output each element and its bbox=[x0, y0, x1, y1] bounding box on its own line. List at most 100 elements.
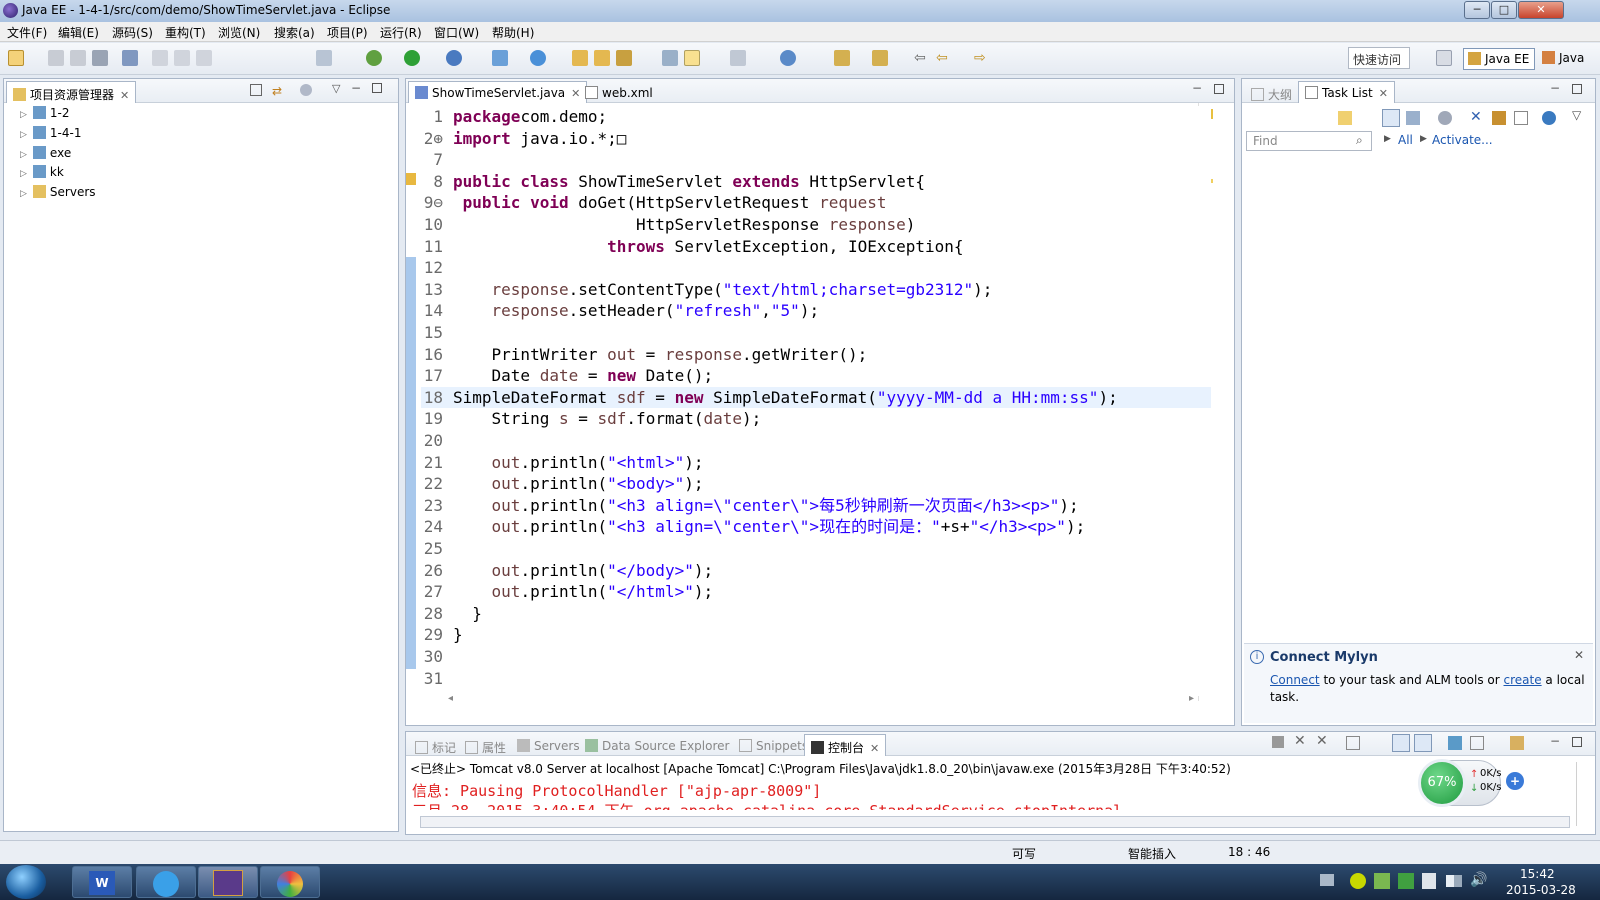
taskbar-paint[interactable] bbox=[260, 866, 320, 898]
find-input[interactable]: Find bbox=[1246, 131, 1372, 151]
tab-webxml[interactable]: web.xml bbox=[578, 81, 660, 103]
suspend-icon[interactable] bbox=[174, 50, 190, 66]
code-line[interactable]: 29} bbox=[421, 624, 1211, 646]
search-icon[interactable] bbox=[616, 50, 632, 66]
close-icon[interactable]: ✕ bbox=[120, 89, 129, 102]
previous-annotation-icon[interactable] bbox=[872, 50, 888, 66]
save-icon[interactable] bbox=[48, 50, 64, 66]
code-line[interactable]: 18 SimpleDateFormat sdf = new SimpleDateF… bbox=[421, 386, 1211, 409]
tray-app-icon[interactable] bbox=[1374, 873, 1390, 889]
clock-time[interactable]: 15:42 bbox=[1520, 867, 1555, 881]
show-stdout-icon[interactable] bbox=[1392, 734, 1410, 752]
open-type-icon[interactable] bbox=[572, 50, 588, 66]
minimize-icon[interactable]: − bbox=[351, 81, 361, 95]
tab-servers[interactable]: Servers bbox=[510, 734, 587, 756]
code-line[interactable]: 14 response.setHeader("refresh","5"); bbox=[421, 300, 1211, 322]
code-line[interactable]: 12 bbox=[421, 257, 1211, 279]
tab-console[interactable]: 控制台 ✕ bbox=[804, 734, 887, 756]
filter-icon[interactable] bbox=[300, 84, 312, 96]
expand-icon[interactable]: ▷ bbox=[20, 169, 27, 179]
scheduled-icon[interactable] bbox=[1406, 111, 1420, 125]
pin-console-icon[interactable] bbox=[1448, 736, 1462, 750]
expand-icon[interactable]: ▷ bbox=[20, 110, 27, 120]
new-icon[interactable] bbox=[8, 50, 24, 66]
code-line[interactable]: 8 public class ShowTimeServlet extends Ht… bbox=[421, 171, 1211, 193]
save-all-icon[interactable] bbox=[70, 50, 86, 66]
tree-item[interactable]: ▷ exe bbox=[20, 144, 71, 162]
expand-icon[interactable]: ▷ bbox=[20, 130, 27, 140]
back-icon[interactable]: ⇦ bbox=[936, 50, 952, 66]
code-line[interactable]: 10 HttpServletResponse response) bbox=[421, 214, 1211, 236]
maximize-button[interactable]: □ bbox=[1491, 1, 1517, 19]
code-line[interactable]: 16 PrintWriter out = response.getWriter(… bbox=[421, 344, 1211, 366]
close-icon[interactable]: ✕ bbox=[1574, 648, 1584, 662]
network-icon[interactable] bbox=[1446, 875, 1462, 887]
view-menu-icon[interactable]: ▽ bbox=[332, 82, 340, 95]
tab-data-source-explorer[interactable]: Data Source Explorer bbox=[578, 734, 736, 756]
console-toolbar-icon[interactable] bbox=[316, 50, 332, 66]
code-line[interactable]: 13 response.setContentType("text/html;ch… bbox=[421, 279, 1211, 301]
perspective-javaee[interactable]: Java EE bbox=[1463, 48, 1535, 70]
code-line[interactable]: 22 out.println("<body>"); bbox=[421, 473, 1211, 495]
code-line[interactable]: 23 out.println("<h3 align=\"center\">每5秒… bbox=[421, 495, 1211, 517]
menu-source[interactable]: 源码(S) bbox=[112, 24, 153, 41]
activate-task-link[interactable]: Activate... bbox=[1432, 133, 1493, 147]
code-line[interactable]: 30 bbox=[421, 646, 1211, 668]
web-browser-icon[interactable] bbox=[780, 50, 796, 66]
code-line[interactable]: 19 String s = sdf.format(date); bbox=[421, 408, 1211, 430]
console-hscrollbar[interactable] bbox=[420, 816, 1570, 828]
remove-all-icon[interactable]: ✕ bbox=[1316, 733, 1328, 749]
maximize-icon[interactable] bbox=[1572, 84, 1582, 94]
minimize-icon[interactable]: − bbox=[1550, 734, 1560, 748]
code-line[interactable]: 11 throws ServletException, IOException{ bbox=[421, 236, 1211, 258]
tree-item[interactable]: ▷ kk bbox=[20, 163, 64, 181]
last-edit-icon[interactable]: ⇦ bbox=[914, 50, 930, 66]
connect-link[interactable]: Connect bbox=[1270, 673, 1320, 687]
menu-window[interactable]: 窗口(W) bbox=[434, 24, 479, 41]
nvidia-icon[interactable] bbox=[1398, 873, 1414, 889]
clock-date[interactable]: 2015-03-28 bbox=[1506, 883, 1576, 897]
code-line[interactable]: 1 packagecom.demo; bbox=[421, 106, 1211, 128]
perspective-java[interactable]: Java bbox=[1538, 48, 1596, 70]
code-line[interactable]: 7 bbox=[421, 149, 1211, 171]
synchronize-icon[interactable] bbox=[1492, 111, 1506, 125]
code-line[interactable]: 15 bbox=[421, 322, 1211, 344]
run-icon[interactable] bbox=[404, 50, 420, 66]
terminate-icon[interactable] bbox=[1272, 736, 1284, 748]
code-line[interactable]: 9⊖ public void doGet(HttpServletRequest … bbox=[421, 192, 1211, 214]
code-line[interactable]: 2⊕ import java.io.*;□ bbox=[421, 128, 1211, 150]
categorized-icon[interactable] bbox=[1382, 109, 1400, 127]
menu-refactor[interactable]: 重构(T) bbox=[165, 24, 206, 41]
taskbar-word[interactable]: W bbox=[72, 866, 132, 898]
focus-icon[interactable] bbox=[1438, 111, 1452, 125]
toggle-mark-icon[interactable] bbox=[662, 50, 678, 66]
show-stderr-icon[interactable] bbox=[1414, 734, 1432, 752]
start-button[interactable] bbox=[6, 865, 46, 899]
resume-icon[interactable] bbox=[152, 50, 168, 66]
new-server-icon[interactable] bbox=[492, 50, 508, 66]
keyboard-icon[interactable] bbox=[1320, 874, 1334, 886]
create-link[interactable]: create bbox=[1504, 673, 1542, 687]
debug-icon[interactable] bbox=[366, 50, 382, 66]
code-line[interactable]: 24 out.println("<h3 align=\"center\">现在的… bbox=[421, 516, 1211, 538]
maximize-icon[interactable] bbox=[1572, 737, 1582, 747]
code-line[interactable]: 27 out.println("</html>"); bbox=[421, 581, 1211, 603]
menu-file[interactable]: 文件(F) bbox=[7, 24, 47, 41]
close-icon[interactable]: ✕ bbox=[870, 742, 879, 755]
code-line[interactable]: 20 bbox=[421, 430, 1211, 452]
search-icon[interactable]: ⌕ bbox=[1356, 133, 1363, 148]
open-perspective-icon[interactable] bbox=[1436, 50, 1452, 66]
run-server-icon[interactable] bbox=[446, 50, 462, 66]
taskbar-eclipse[interactable] bbox=[198, 866, 258, 898]
code-editor[interactable]: 1 packagecom.demo; 2⊕ import java.io.*;□ 7 8 p… bbox=[421, 106, 1211, 696]
tree-item[interactable]: ▷ Servers bbox=[20, 183, 96, 201]
tree-item[interactable]: ▷ 1-4-1 bbox=[20, 124, 82, 142]
console-vscrollbar[interactable] bbox=[1576, 762, 1590, 826]
forward-icon[interactable]: ⇨ bbox=[974, 50, 990, 66]
clear-console-icon[interactable] bbox=[1346, 736, 1360, 750]
tree-item[interactable]: ▷ 1-2 bbox=[20, 104, 70, 122]
menu-edit[interactable]: 编辑(E) bbox=[58, 24, 99, 41]
expand-icon[interactable]: ▷ bbox=[20, 189, 27, 199]
skip-breakpoints-icon[interactable] bbox=[122, 50, 138, 66]
tab-markers[interactable]: 标记 bbox=[408, 734, 463, 756]
